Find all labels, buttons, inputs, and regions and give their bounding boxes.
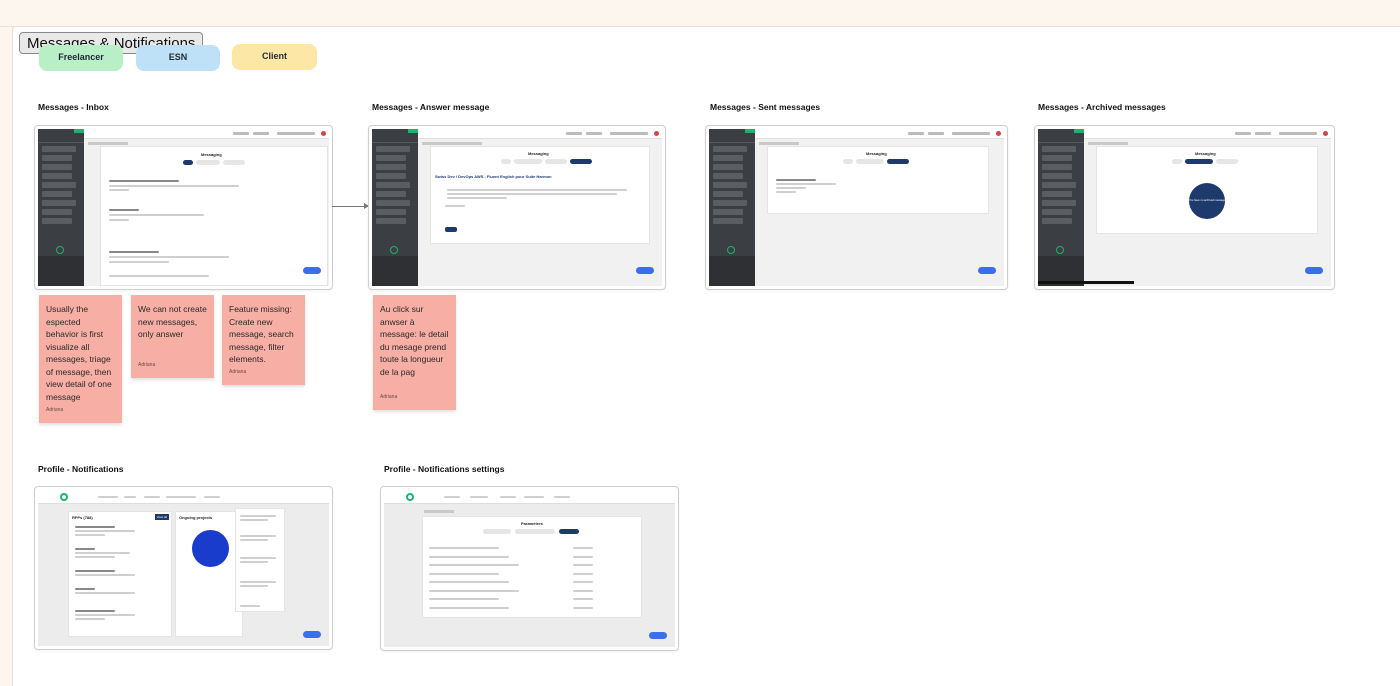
chat-fab[interactable] bbox=[303, 631, 321, 638]
chat-fab[interactable] bbox=[636, 267, 654, 274]
sticky-note[interactable]: Au click sur anwser à message: le detail… bbox=[373, 295, 456, 410]
sticky-note[interactable]: Feature missing: Create new message, sea… bbox=[222, 295, 305, 385]
frame-label-inbox: Messages - Inbox bbox=[38, 102, 109, 112]
topbar bbox=[1084, 129, 1331, 139]
setting-toggle[interactable] bbox=[573, 555, 593, 558]
setting-toggle[interactable] bbox=[573, 598, 593, 600]
setting-row bbox=[429, 564, 519, 566]
chat-fab[interactable] bbox=[978, 267, 996, 274]
chat-fab[interactable] bbox=[1305, 267, 1323, 274]
top-nav bbox=[384, 490, 675, 504]
send-button[interactable] bbox=[445, 227, 457, 232]
setting-row bbox=[429, 555, 509, 558]
setting-toggle[interactable] bbox=[573, 606, 593, 609]
messaging-heading: Messaging bbox=[201, 152, 222, 157]
notifications-screenshot: RFPs (788) View all Ongoing projects bbox=[38, 490, 329, 646]
frame-label-settings: Profile - Notifications settings bbox=[384, 464, 505, 474]
tag-esn[interactable]: ESN bbox=[136, 45, 220, 71]
sent-screenshot: Messaging bbox=[709, 129, 1004, 286]
view-all-link[interactable]: View all bbox=[154, 514, 169, 520]
archived-panel: Messaging You have no archived message bbox=[1096, 146, 1318, 234]
sticky-text: Au click sur anwser à message: le detail… bbox=[380, 304, 449, 377]
frame-label-answer: Messages - Answer message bbox=[372, 102, 490, 112]
sticky-text: We can not create new messages, only ans… bbox=[138, 304, 207, 339]
sticky-author: Adriana bbox=[229, 368, 247, 375]
frame-settings[interactable]: Paramètres bbox=[380, 486, 679, 651]
empty-state-circle bbox=[192, 530, 229, 567]
tag-freelancer[interactable]: Freelancer bbox=[39, 45, 123, 71]
sticky-note[interactable]: Usually the espected behavior is first v… bbox=[39, 295, 122, 423]
rfp-panel: RFPs (788) View all bbox=[68, 511, 172, 637]
settings-panel: Paramètres bbox=[422, 516, 642, 618]
setting-row bbox=[429, 589, 519, 592]
messaging-heading: Messaging bbox=[528, 151, 549, 156]
setting-toggle[interactable] bbox=[573, 547, 593, 549]
frame-answer[interactable]: Messaging Swiss Dev / DevOps AWS - Fluen… bbox=[368, 125, 666, 290]
top-nav bbox=[38, 490, 329, 504]
frame-label-notifications: Profile - Notifications bbox=[38, 464, 124, 474]
message-subject: Swiss Dev / DevOps AWS - Fluent English … bbox=[435, 174, 552, 179]
sticky-author: Adriana bbox=[138, 361, 156, 368]
messages-panel: Messaging bbox=[100, 146, 328, 286]
frame-archived[interactable]: Messaging You have no archived message bbox=[1034, 125, 1335, 290]
ongoing-panel: Ongoing projects bbox=[175, 511, 243, 637]
sticky-text: Usually the espected behavior is first v… bbox=[46, 304, 112, 402]
tag-client[interactable]: Client bbox=[232, 44, 317, 70]
messaging-heading: Messaging bbox=[866, 151, 887, 156]
frame-label-archived: Messages - Archived messages bbox=[1038, 102, 1166, 112]
setting-row bbox=[429, 572, 499, 575]
setting-row bbox=[429, 581, 509, 583]
empty-state-text: You have no archived message bbox=[1189, 199, 1226, 202]
topbar bbox=[755, 129, 1004, 139]
setting-toggle[interactable] bbox=[573, 581, 593, 583]
setting-toggle[interactable] bbox=[573, 564, 593, 566]
frame-notifications[interactable]: RFPs (788) View all Ongoing projects bbox=[34, 486, 333, 650]
sidebar bbox=[709, 129, 755, 286]
sticky-note[interactable]: We can not create new messages, only ans… bbox=[131, 295, 214, 378]
chat-fab[interactable] bbox=[649, 632, 667, 639]
flow-arrow bbox=[332, 203, 369, 209]
settings-heading: Paramètres bbox=[521, 521, 543, 526]
frame-inbox[interactable]: Messaging bbox=[34, 125, 333, 290]
archived-screenshot: Messaging You have no archived message bbox=[1038, 129, 1331, 286]
sticky-text: Feature missing: Create new message, sea… bbox=[229, 304, 294, 364]
setting-row bbox=[429, 547, 499, 549]
chat-fab[interactable] bbox=[303, 267, 321, 274]
sent-panel: Messaging bbox=[767, 146, 989, 214]
topbar bbox=[418, 129, 662, 139]
notification-list bbox=[235, 508, 285, 612]
answer-screenshot: Messaging Swiss Dev / DevOps AWS - Fluen… bbox=[372, 129, 662, 286]
setting-row bbox=[429, 606, 509, 609]
sticky-author: Adriana bbox=[46, 406, 64, 413]
sidebar bbox=[1038, 129, 1084, 286]
setting-toggle[interactable] bbox=[573, 572, 593, 575]
ongoing-title: Ongoing projects bbox=[179, 515, 213, 520]
sidebar bbox=[38, 129, 84, 286]
settings-screenshot: Paramètres bbox=[384, 490, 675, 647]
messaging-heading: Messaging bbox=[1195, 151, 1216, 156]
sticky-author: Adriana bbox=[380, 393, 398, 400]
frame-sent[interactable]: Messaging bbox=[705, 125, 1008, 290]
rfp-title: RFPs (788) bbox=[72, 515, 93, 520]
setting-row bbox=[429, 598, 499, 600]
frame-label-sent: Messages - Sent messages bbox=[710, 102, 821, 112]
sidebar bbox=[372, 129, 418, 286]
answer-panel: Messaging Swiss Dev / DevOps AWS - Fluen… bbox=[430, 146, 650, 244]
inbox-screenshot: Messaging bbox=[38, 129, 329, 286]
setting-toggle[interactable] bbox=[573, 589, 593, 592]
topbar bbox=[84, 129, 329, 139]
